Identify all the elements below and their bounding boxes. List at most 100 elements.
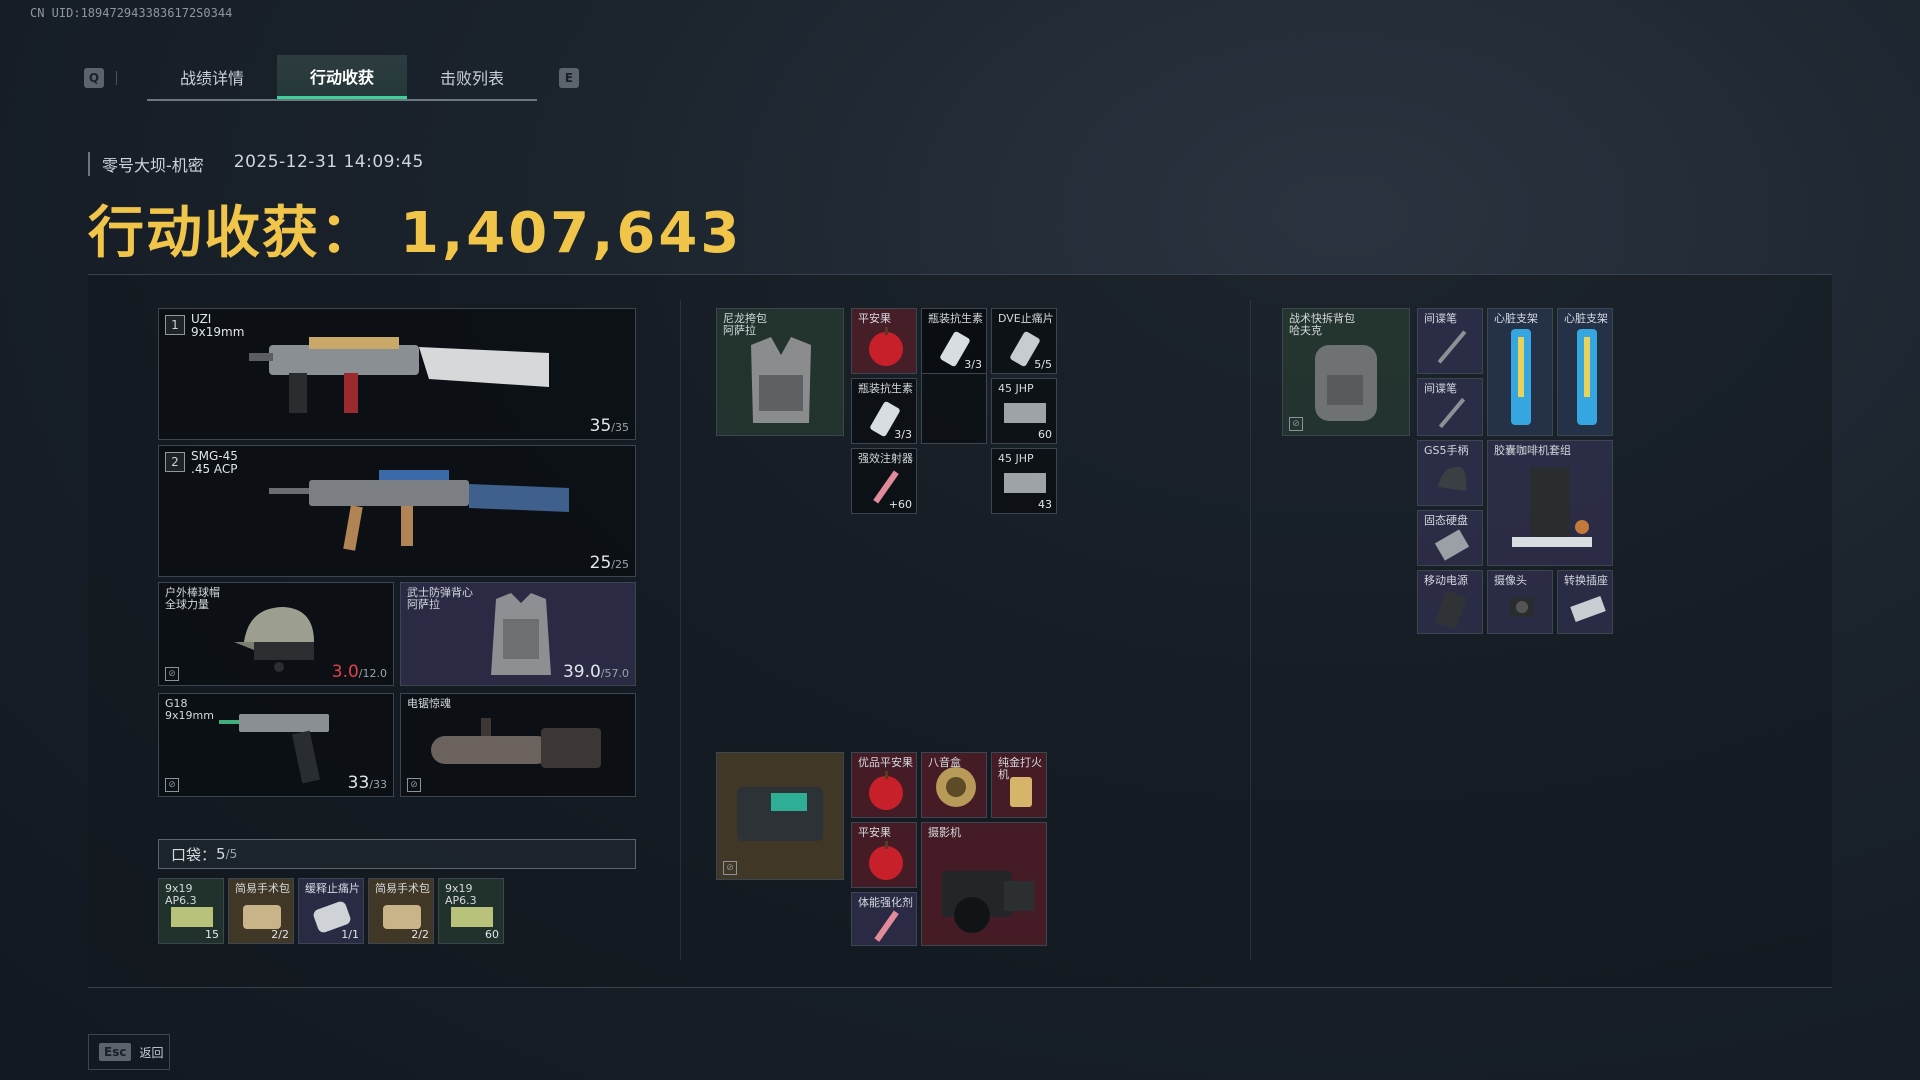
map-name: 零号大坝-机密 (102, 156, 204, 175)
loot-item[interactable]: 心脏支架 (1557, 308, 1613, 436)
match-meta: 零号大坝-机密 2025-12-31 14:09:45 (88, 152, 424, 176)
loot-item[interactable]: 45 JHP 60 (991, 378, 1057, 444)
armor-slot[interactable]: 武士防弹背心 阿萨拉 39.0/57.0 (400, 582, 636, 686)
tab-battle-details[interactable]: 战绩详情 (147, 55, 277, 99)
power-bank-icon (1435, 591, 1467, 629)
lock-icon: ⊘ (165, 667, 179, 681)
smg45-icon (269, 470, 569, 551)
backpack-slot[interactable]: 战术快拆背包 哈夫克 ⊘ (1282, 308, 1410, 436)
music-box-icon (936, 767, 976, 807)
lock-icon: ⊘ (407, 778, 421, 792)
pocket-header: 口袋： 5/5 (158, 839, 636, 869)
backpack-name: 战术快拆背包 哈夫克 (1289, 312, 1355, 337)
tab-kill-list[interactable]: 击败列表 (407, 55, 537, 99)
apple-icon (869, 327, 903, 366)
helmet-name: 户外棒球帽 全球力量 (165, 586, 220, 611)
match-time: 2025-12-31 14:09:45 (233, 152, 424, 172)
pocket-item[interactable]: 缓释止痛片 1/1 (298, 878, 364, 944)
durability: 3.0/12.0 (331, 662, 387, 682)
lock-icon: ⊘ (1289, 417, 1303, 431)
ammo-box-icon (1004, 403, 1046, 423)
power-strip-icon (1570, 596, 1606, 622)
bulletproof-vest-icon (491, 593, 551, 675)
loot-item[interactable]: 优品平安果 (851, 752, 917, 818)
weapon-name: SMG-45.45 ACP (191, 449, 238, 476)
back-button[interactable]: Esc 返回 (88, 1034, 170, 1070)
weapon-name: UZI 9x19mm (191, 312, 245, 339)
loot-item[interactable]: 固态硬盘 (1417, 510, 1483, 566)
divider (116, 71, 117, 85)
camera-icon (1510, 597, 1534, 617)
heart-stent-icon (1511, 329, 1531, 425)
ssd-icon (1434, 529, 1470, 561)
chest-rig-icon (751, 337, 811, 423)
loot-item[interactable]: 八音盒 (921, 752, 987, 818)
safebox-icon (737, 787, 823, 841)
column-divider (680, 300, 681, 960)
loot-item[interactable]: 间谍笔 (1417, 308, 1483, 374)
tab-next-key[interactable]: E (559, 68, 579, 88)
pocket-item[interactable]: 简易手术包 2/2 (228, 878, 294, 944)
loot-item[interactable]: 45 JHP 43 (991, 448, 1057, 514)
weapon-slot-secondary[interactable]: 2 SMG-45.45 ACP 25/25 (158, 445, 636, 577)
esc-key: Esc (99, 1043, 132, 1061)
loot-item[interactable]: DVE止痛片 5/5 (991, 308, 1057, 374)
ammo-count: 35/35 (589, 416, 629, 436)
loot-item[interactable]: 瓶装抗生素 3/3 (921, 308, 987, 374)
slot-index: 2 (165, 452, 185, 472)
weapon-slot-primary[interactable]: 1 UZI 9x19mm 35/35 (158, 308, 636, 440)
pistol-slot[interactable]: G18 9x19mm ⊘ 33/33 (158, 693, 394, 797)
loot-item[interactable]: 转换插座 (1557, 570, 1613, 634)
uzi-icon (249, 337, 549, 413)
loot-item[interactable]: 纯金打火机 (991, 752, 1047, 818)
coffee-machine-icon (1512, 467, 1592, 547)
melee-name: 电锯惊魂 (407, 697, 451, 710)
tab-list: 战绩详情 行动收获 击败列表 (147, 55, 537, 101)
spy-pen-icon (1438, 397, 1466, 429)
loot-item[interactable]: 瓶装抗生素 3/3 (851, 378, 917, 444)
helmet-slot[interactable]: 户外棒球帽 全球力量 ⊘ 3.0/12.0 (158, 582, 394, 686)
backpack-icon (1315, 345, 1377, 421)
ammo-box-icon (451, 907, 493, 927)
loot-item[interactable]: 心脏支架 (1487, 308, 1553, 436)
durability: 39.0/57.0 (562, 662, 629, 682)
loot-item[interactable]: 摄像头 (1487, 570, 1553, 634)
tab-prev-key[interactable]: Q (84, 68, 104, 88)
chest-rig-slot[interactable]: 尼龙挎包 阿萨拉 (716, 308, 844, 436)
ammo-box-icon (1004, 473, 1046, 493)
tab-action-harvest[interactable]: 行动收获 (277, 55, 407, 99)
apple-icon (869, 771, 903, 810)
pocket-item[interactable]: 9x19 AP6.3 15 (158, 878, 224, 944)
loot-item[interactable]: 摄影机 (921, 822, 1047, 946)
pistol-icon (219, 714, 329, 784)
chainsaw-icon (431, 718, 601, 768)
loot-item[interactable]: 平安果 (851, 822, 917, 888)
loot-item[interactable]: 体能强化剂 (851, 892, 917, 946)
pocket-item[interactable]: 简易手术包 2/2 (368, 878, 434, 944)
safebox-slot[interactable]: ⊘ (716, 752, 844, 880)
loot-item[interactable]: 间谍笔 (1417, 378, 1483, 436)
apple-icon (869, 841, 903, 880)
loot-item[interactable]: 胶囊咖啡机套组 (1487, 440, 1613, 566)
armor-name: 武士防弹背心 阿萨拉 (407, 586, 473, 611)
loot-item[interactable]: 移动电源 (1417, 570, 1483, 634)
pocket-item[interactable]: 9x19 AP6.3 60 (438, 878, 504, 944)
melee-slot[interactable]: 电锯惊魂 ⊘ (400, 693, 636, 797)
ammo-count: 33/33 (347, 773, 387, 793)
harvest-value: 1,407,643 (400, 201, 743, 266)
headline-label: 行动收获： (88, 201, 378, 266)
column-divider (1250, 300, 1251, 960)
loot-item[interactable]: 平安果 (851, 308, 917, 374)
heart-stent-icon (1577, 329, 1597, 425)
loot-item[interactable]: GS5手柄 (1417, 440, 1483, 506)
lock-icon: ⊘ (723, 861, 737, 875)
lighter-icon (1010, 777, 1032, 807)
harvest-headline: 行动收获： 1,407,643 (88, 188, 742, 269)
ammo-box-icon (171, 907, 213, 927)
gamepad-icon (1438, 466, 1467, 491)
pistol-name: G18 9x19mm (165, 697, 214, 722)
spy-pen-icon (1437, 330, 1467, 364)
loot-item[interactable]: 强效注射器 +60 (851, 448, 917, 514)
syringe-icon (874, 910, 899, 942)
lock-icon: ⊘ (165, 778, 179, 792)
